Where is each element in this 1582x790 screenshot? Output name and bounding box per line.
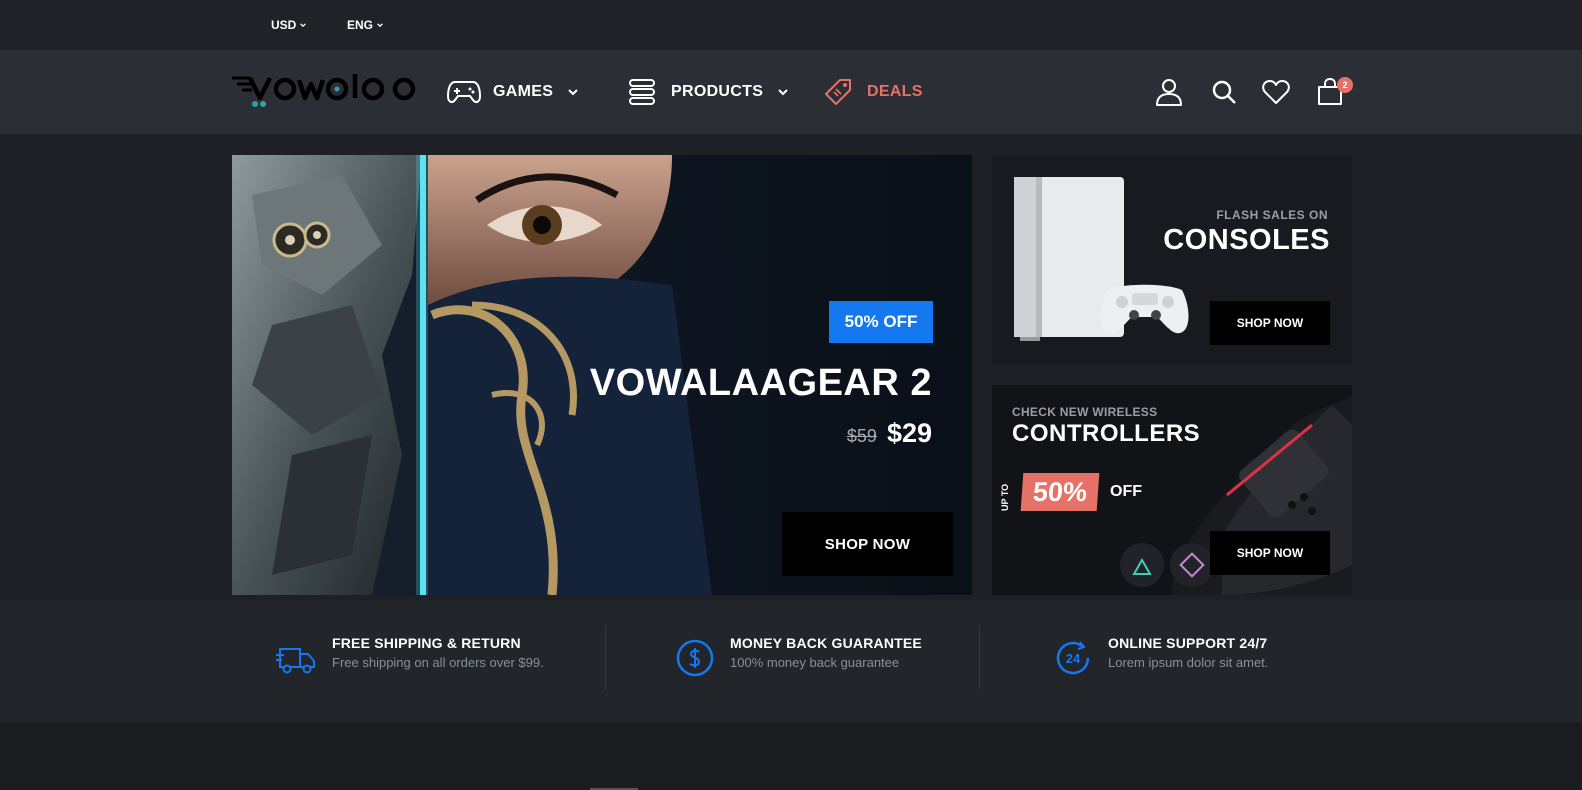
controllers-subtitle: CHECK NEW WIRELESS (1012, 405, 1158, 419)
divider (979, 625, 980, 690)
divider (605, 625, 606, 690)
features-bar: FREE SHIPPING & RETURN Free shipping on … (0, 600, 1582, 722)
hero-prices: $59 $29 (847, 418, 932, 449)
feature-support: 24 ONLINE SUPPORT 24/7 Lorem ipsum dolor… (1052, 635, 1268, 679)
nav-games-label: GAMES (493, 83, 554, 100)
promo-consoles-card: FLASH SALES ON CONSOLES SHOP NOW (992, 155, 1352, 365)
promo-controllers-card: CHECK NEW WIRELESS CONTROLLERS UP TO 50%… (992, 385, 1352, 595)
nav-products[interactable]: PRODUCTS (625, 50, 789, 134)
search-icon[interactable] (1209, 77, 1239, 107)
user-icon[interactable] (1154, 77, 1184, 107)
truck-icon (276, 648, 315, 674)
nav-deals-label: DEALS (867, 83, 923, 100)
language-label: ENG (347, 18, 374, 32)
chevron-down-icon (377, 23, 383, 28)
language-selector[interactable]: ENG (347, 18, 384, 32)
up-to-label: UP TO (1000, 483, 1010, 511)
consoles-shop-now-button[interactable]: SHOP NOW (1210, 301, 1330, 345)
discount-off-label: OFF (1110, 483, 1142, 500)
feature-support-title: ONLINE SUPPORT 24/7 (1108, 635, 1268, 651)
chevron-down-icon (568, 89, 578, 96)
feature-money-back-text: 100% money back guarantee (730, 655, 900, 670)
heart-icon[interactable] (1261, 77, 1291, 107)
feature-money-back-title: MONEY BACK GUARANTEE (730, 635, 922, 651)
page-bottom (0, 722, 1582, 790)
consoles-subtitle: FLASH SALES ON (1216, 208, 1328, 222)
consoles-title: CONSOLES (1163, 224, 1330, 256)
feature-support-text: Lorem ipsum dolor sit amet. (1108, 655, 1269, 670)
feature-money-back: MONEY BACK GUARANTEE 100% money back gua… (674, 635, 922, 679)
hero-shop-now-button[interactable]: SHOP NOW (782, 512, 953, 576)
hero-discount-badge: 50% OFF (829, 301, 933, 343)
hero-title: VOWALAAGEAR 2 (589, 362, 932, 404)
vowalaa-logo[interactable] (230, 72, 425, 112)
hero-old-price: $59 (846, 426, 877, 446)
feature-shipping: FREE SHIPPING & RETURN Free shipping on … (276, 635, 544, 679)
nav-games[interactable]: GAMES (447, 50, 579, 134)
hero-new-price: $29 (886, 418, 932, 448)
dollar-circle-icon (676, 639, 714, 677)
nav-products-label: PRODUCTS (671, 83, 764, 100)
controllers-shop-now-button[interactable]: SHOP NOW (1210, 531, 1330, 575)
feature-shipping-title: FREE SHIPPING & RETURN (332, 635, 521, 651)
feature-shipping-text: Free shipping on all orders over $99. (332, 655, 544, 670)
nav-deals[interactable]: DEALS (821, 50, 923, 134)
cart-count-badge: 2 (1337, 77, 1353, 93)
currency-selector[interactable]: USD (271, 18, 307, 32)
chevron-down-icon (300, 23, 307, 28)
stack-icon (625, 78, 659, 106)
gamepad-icon (447, 78, 481, 106)
currency-label: USD (271, 18, 297, 32)
chevron-down-icon (778, 89, 788, 96)
top-bar: USD ENG (0, 0, 1582, 50)
support-24-icon: 24 (1056, 641, 1090, 675)
price-tag-icon (821, 78, 855, 106)
svg-text:24: 24 (1066, 651, 1081, 666)
discount-percent: 50% (1020, 473, 1100, 511)
controllers-title: CONTROLLERS (1012, 420, 1201, 447)
